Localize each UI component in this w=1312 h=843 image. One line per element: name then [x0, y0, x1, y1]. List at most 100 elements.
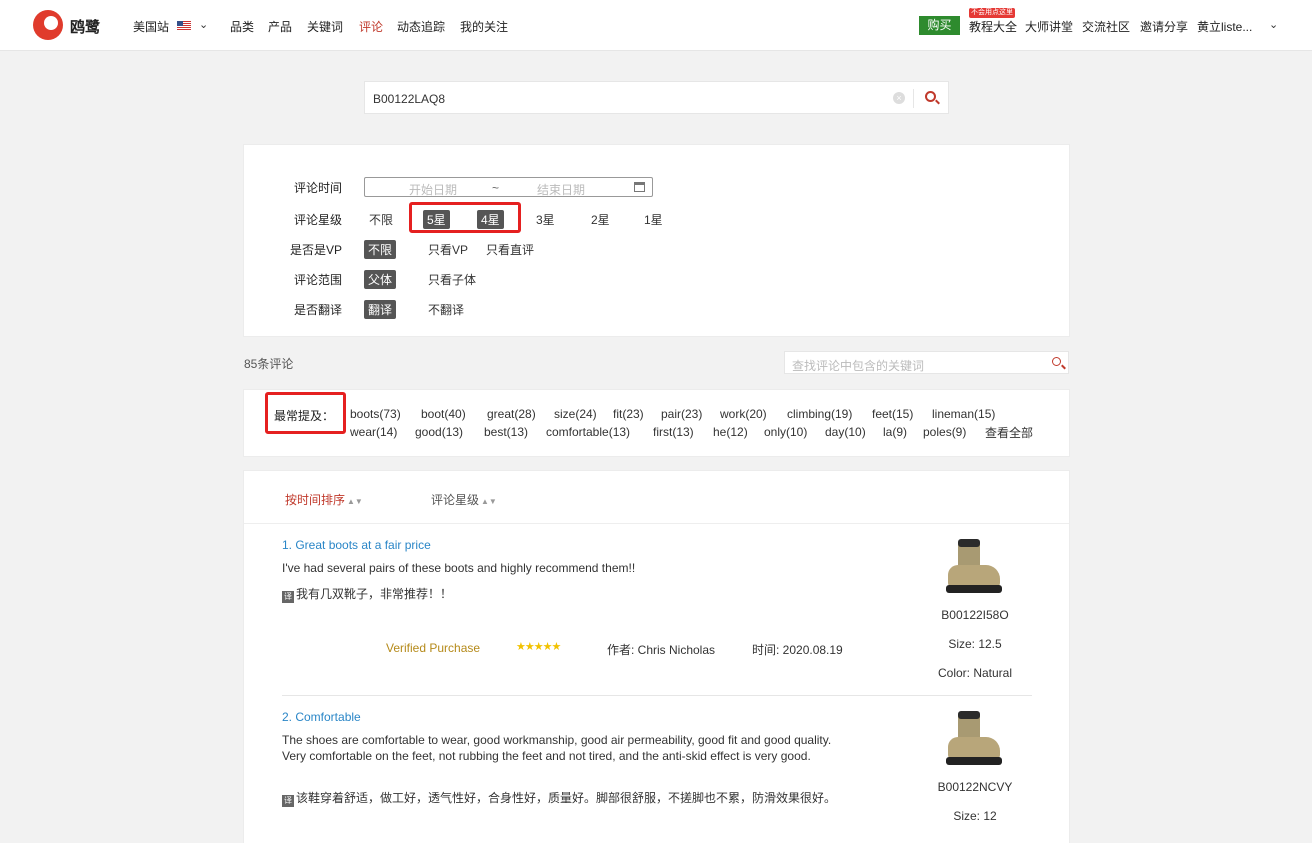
mention-tag[interactable]: day(10) [825, 425, 866, 439]
nav-invite[interactable]: 邀请分享 [1140, 18, 1188, 35]
review-body: I've had several pairs of these boots an… [282, 561, 636, 575]
product-info: B00122I58O Size: 12.5 Color: Natural [920, 537, 1030, 688]
mention-tag[interactable]: size(24) [554, 407, 597, 421]
product-image[interactable] [944, 537, 1006, 597]
mention-tag[interactable]: only(10) [764, 425, 807, 439]
user-menu[interactable]: 黄立liste... [1197, 18, 1252, 35]
product-size: Size: 12 [953, 809, 997, 823]
vp-option-direct-only[interactable]: 只看直评 [486, 241, 534, 258]
vp-option-vp-only[interactable]: 只看VP [428, 241, 468, 258]
product-asin[interactable]: B00122NCVY [920, 773, 1030, 802]
nav-category[interactable]: 品类 [230, 18, 254, 35]
mention-tag[interactable]: best(13) [484, 425, 528, 439]
mention-tag[interactable]: great(28) [487, 407, 536, 421]
sort-by-rating[interactable]: 评论星级 ▲▼ [431, 491, 497, 508]
star-option-2[interactable]: 2星 [591, 211, 610, 228]
review-author: 作者: Chris Nicholas [607, 643, 716, 657]
filter-translate-label: 是否翻译 [293, 303, 342, 317]
nav-tutorials[interactable]: 教程大全 [969, 18, 1017, 35]
translate-option-on[interactable]: 翻译 [364, 300, 397, 319]
search-icon[interactable] [925, 91, 936, 102]
search-input[interactable]: B00122LAQ8 [373, 92, 445, 106]
star-option-5[interactable]: 5星 [423, 210, 450, 229]
most-mentioned-panel: 最常提及： boots(73) boot(40) great(28) size(… [243, 389, 1070, 457]
nav-tracking[interactable]: 动态追踪 [397, 18, 445, 35]
star-option-3[interactable]: 3星 [536, 211, 555, 228]
divider [244, 523, 1069, 524]
review-translation: 译我有几双靴子，非常推荐！！ [282, 585, 452, 603]
review-count: 85条评论 [244, 357, 294, 371]
star-option-4[interactable]: 4星 [477, 210, 504, 229]
nav-keyword[interactable]: 关键词 [307, 18, 343, 35]
review-translation-text: 我有几双靴子，非常推荐！！ [296, 587, 453, 601]
translate-option-off[interactable]: 不翻译 [428, 301, 464, 318]
review-title[interactable]: 1. Great boots at a fair price [282, 538, 431, 552]
review-time: 时间: 2020.08.19 [752, 643, 843, 657]
date-range-picker[interactable]: 开始日期 ~ 结束日期 [364, 177, 653, 197]
nav-community[interactable]: 交流社区 [1082, 18, 1130, 35]
clear-icon[interactable]: × [893, 92, 905, 104]
review-translation: 译该鞋穿着舒适，做工好，透气性好，合身性好，质量好。脚部很舒服，不搓脚也不累，防… [282, 789, 836, 807]
product-image[interactable] [944, 709, 1006, 769]
sort-arrow-icon: ▲▼ [347, 497, 363, 506]
nav-my-follow[interactable]: 我的关注 [460, 18, 508, 35]
keyword-search-input[interactable]: 查找评论中包含的关键词 [792, 357, 924, 374]
nav-product[interactable]: 产品 [268, 18, 292, 35]
keyword-search-icon[interactable] [1052, 357, 1061, 366]
asin-search-box[interactable]: B00122LAQ8 × [364, 81, 949, 114]
filter-time-label: 评论时间 [293, 181, 342, 195]
mention-tag[interactable]: comfortable(13) [546, 425, 630, 439]
mention-tag[interactable]: fit(23) [613, 407, 644, 421]
top-navbar: 鸥鹭 美国站 ⌄ 品类 产品 关键词 评论 动态追踪 我的关注 购买 不会用点这… [0, 0, 1312, 51]
star-option-all[interactable]: 不限 [369, 211, 393, 228]
chevron-down-icon[interactable]: ⌄ [199, 18, 208, 31]
end-date-input[interactable]: 结束日期 [537, 181, 585, 198]
mention-tag[interactable]: pair(23) [661, 407, 702, 421]
translate-icon: 译 [282, 591, 294, 603]
star-rating: ★★★★★ [516, 641, 561, 653]
nav-reviews[interactable]: 评论 [359, 18, 383, 35]
mention-tag[interactable]: la(9) [883, 425, 907, 439]
filter-star-label: 评论星级 [293, 213, 342, 227]
date-range-separator: ~ [492, 181, 500, 195]
site-selector[interactable]: 美国站 [133, 18, 169, 35]
vp-option-all[interactable]: 不限 [364, 240, 397, 259]
scope-option-child[interactable]: 只看子体 [428, 271, 476, 288]
mention-tag[interactable]: first(13) [653, 425, 694, 439]
help-badge: 不会用点这里 [969, 8, 1015, 18]
mention-tag[interactable]: climbing(19) [787, 407, 852, 421]
scope-option-parent[interactable]: 父体 [364, 270, 397, 289]
most-mentioned-label: 最常提及： [274, 409, 335, 423]
sort-by-time[interactable]: 按时间排序 ▲▼ [285, 491, 363, 508]
logo-text[interactable]: 鸥鹭 [70, 16, 100, 37]
star-option-1[interactable]: 1星 [644, 211, 663, 228]
product-asin[interactable]: B00122I58O [920, 601, 1030, 630]
sort-by-time-label: 按时间排序 [285, 493, 346, 507]
view-all-link[interactable]: 查看全部 [985, 424, 1033, 441]
mention-tag[interactable]: lineman(15) [932, 407, 995, 421]
calendar-icon[interactable] [634, 182, 645, 192]
user-chevron-down-icon[interactable]: ⌄ [1269, 18, 1278, 31]
review-title[interactable]: 2. Comfortable [282, 710, 361, 724]
mention-tag[interactable]: boots(73) [350, 407, 401, 421]
filter-panel: 评论时间 开始日期 ~ 结束日期 评论星级 不限 5星 4星 3星 2星 1星 … [243, 144, 1070, 337]
logo-icon[interactable] [33, 10, 63, 40]
review-divider [282, 695, 1032, 696]
mention-tag[interactable]: poles(9) [923, 425, 966, 439]
nav-master-class[interactable]: 大师讲堂 [1025, 18, 1073, 35]
keyword-search-box[interactable]: 查找评论中包含的关键词 [784, 351, 1069, 374]
buy-button[interactable]: 购买 [919, 16, 960, 35]
mention-tag[interactable]: feet(15) [872, 407, 913, 421]
mention-tag[interactable]: wear(14) [350, 425, 397, 439]
filter-vp-label: 是否是VP [289, 243, 342, 257]
filter-scope-label: 评论范围 [293, 273, 342, 287]
mention-tag[interactable]: he(12) [713, 425, 748, 439]
mention-tag[interactable]: work(20) [720, 407, 767, 421]
mention-tag[interactable]: boot(40) [421, 407, 466, 421]
search-divider [913, 89, 914, 108]
review-translation-text: 该鞋穿着舒适，做工好，透气性好，合身性好，质量好。脚部很舒服，不搓脚也不累，防滑… [296, 791, 837, 805]
start-date-input[interactable]: 开始日期 [409, 181, 457, 198]
review-body: The shoes are comfortable to wear, good … [282, 733, 832, 763]
mention-tag[interactable]: good(13) [415, 425, 463, 439]
sort-arrow-icon: ▲▼ [481, 497, 497, 506]
